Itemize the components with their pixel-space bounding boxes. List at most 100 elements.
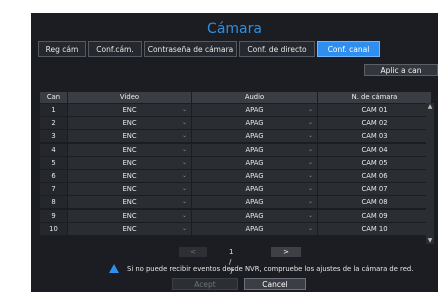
cell-camera-name-text: CAM 03 [361,132,388,141]
chevron-down-icon[interactable]: ⌄ [308,104,313,116]
tab-channel-settings[interactable]: Conf. canal [317,41,380,57]
chevron-down-icon[interactable]: ⌄ [308,170,313,182]
cell-audio-select-text: APAG [245,198,264,207]
cell-camera-name[interactable]: CAM 06 [318,170,431,182]
cell-audio-select-text: APAG [245,158,264,167]
cell-camera-name[interactable]: CAM 01 [318,104,431,116]
table-scrollbar[interactable]: ▲ ▼ [426,103,434,244]
table-row[interactable]: 1 ENC ⌄ APAG ⌄ CAM 01 [40,104,431,116]
cell-camera-name-text: CAM 02 [361,119,388,128]
cancel-button[interactable]: Cancel [244,278,306,290]
chevron-down-icon[interactable]: ⌄ [182,157,187,169]
tab-conf-cam[interactable]: Conf.cám. [88,41,142,57]
cell-video-select[interactable]: ENC ⌄ [68,130,191,143]
cell-audio-select[interactable]: APAG ⌄ [192,117,317,130]
scroll-down-icon[interactable]: ▼ [426,237,434,244]
cell-video-select-text: ENC [122,185,137,194]
chevron-down-icon[interactable]: ⌄ [182,144,187,156]
cell-camera-name[interactable]: CAM 10 [318,222,431,235]
table-row[interactable]: 7 ENC ⌄ APAG ⌄ CAM 07 [40,183,431,196]
cell-audio-select[interactable]: APAG ⌄ [192,130,317,143]
chevron-down-icon[interactable]: ⌄ [308,196,313,208]
apply-to-channel-button[interactable]: Aplic a can [364,64,438,76]
cell-audio-select-text: APAG [245,172,264,180]
cell-can-text: 1 [51,106,56,114]
chevron-down-icon[interactable]: ⌄ [182,183,187,195]
cell-audio-select-text: APAG [245,185,264,194]
chevron-down-icon[interactable]: ⌄ [308,223,313,235]
cell-can: 8 [40,196,67,209]
tab-live-settings[interactable]: Conf. de directo [239,41,315,57]
cell-can: 4 [40,143,67,156]
cell-camera-name-text: CAM 09 [361,211,388,220]
next-page-button[interactable]: > [271,247,301,257]
cell-camera-name[interactable]: CAM 08 [318,196,431,209]
table-row[interactable]: 4 ENC ⌄ APAG ⌄ CAM 04 [40,143,431,156]
cell-video-select-text: ENC [122,132,137,141]
cell-video-select[interactable]: ENC ⌄ [68,104,191,116]
cell-camera-name-text: CAM 08 [361,198,388,207]
cell-audio-select[interactable]: APAG ⌄ [192,104,317,116]
cell-audio-select-text: APAG [245,211,264,220]
cell-video-select[interactable]: ENC ⌄ [68,183,191,196]
prev-page-button[interactable]: < [179,247,207,257]
cell-audio-select[interactable]: APAG ⌄ [192,209,317,222]
cell-camera-name[interactable]: CAM 04 [318,143,431,156]
table-row[interactable]: 5 ENC ⌄ APAG ⌄ CAM 05 [40,156,431,169]
table-row[interactable]: 3 ENC ⌄ APAG ⌄ CAM 03 [40,130,431,143]
cell-camera-name[interactable]: CAM 05 [318,156,431,169]
cell-camera-name[interactable]: CAM 09 [318,209,431,222]
chevron-down-icon[interactable]: ⌄ [182,210,187,222]
table-row[interactable]: 9 ENC ⌄ APAG ⌄ CAM 09 [40,209,431,222]
cell-audio-select[interactable]: APAG ⌄ [192,156,317,169]
table-row[interactable]: 8 ENC ⌄ APAG ⌄ CAM 08 [40,196,431,209]
cell-video-select[interactable]: ENC ⌄ [68,196,191,209]
cell-can: 3 [40,130,67,143]
chevron-down-icon[interactable]: ⌄ [182,104,187,116]
cell-can-text: 2 [51,119,56,128]
chevron-down-icon[interactable]: ⌄ [182,130,187,142]
tab-camera-password[interactable]: Contraseña de cámara [144,41,237,57]
cell-video-select-text: ENC [122,224,137,233]
header-camera-name: N. de cámara [318,92,431,103]
chevron-down-icon[interactable]: ⌄ [308,183,313,195]
chevron-down-icon[interactable]: ⌄ [182,170,187,182]
cell-audio-select[interactable]: APAG ⌄ [192,183,317,196]
cell-audio-select[interactable]: APAG ⌄ [192,143,317,156]
cell-video-select[interactable]: ENC ⌄ [68,117,191,130]
cell-can-text: 10 [49,224,58,233]
cell-can-text: 3 [51,132,56,141]
page-indicator: 1 / 7 [229,248,234,276]
cell-video-select[interactable]: ENC ⌄ [68,209,191,222]
table-row[interactable]: 6 ENC ⌄ APAG ⌄ CAM 06 [40,170,431,182]
tab-reg-cam[interactable]: Reg cám [38,41,86,57]
chevron-down-icon[interactable]: ⌄ [308,144,313,156]
cell-video-select[interactable]: ENC ⌄ [68,143,191,156]
chevron-down-icon[interactable]: ⌄ [182,196,187,208]
scroll-up-icon[interactable]: ▲ [426,103,434,110]
chevron-down-icon[interactable]: ⌄ [182,117,187,129]
cell-video-select[interactable]: ENC ⌄ [68,170,191,182]
accept-button[interactable]: Acept [172,278,238,290]
cell-video-select[interactable]: ENC ⌄ [68,222,191,235]
cell-video-select[interactable]: ENC ⌄ [68,156,191,169]
cell-video-select-text: ENC [122,158,137,167]
cell-can-text: 6 [51,172,56,180]
table-row[interactable]: 2 ENC ⌄ APAG ⌄ CAM 02 [40,117,431,130]
chevron-down-icon[interactable]: ⌄ [308,117,313,129]
cell-audio-select[interactable]: APAG ⌄ [192,170,317,182]
chevron-down-icon[interactable]: ⌄ [182,223,187,235]
chevron-down-icon[interactable]: ⌄ [308,130,313,142]
chevron-down-icon[interactable]: ⌄ [308,210,313,222]
cell-video-select-text: ENC [122,211,137,220]
table-row[interactable]: 10 ENC ⌄ APAG ⌄ CAM 10 [40,222,431,235]
header-can: Can [40,92,67,103]
cell-camera-name[interactable]: CAM 02 [318,117,431,130]
cell-video-select-text: ENC [122,172,137,180]
cell-audio-select[interactable]: APAG ⌄ [192,196,317,209]
cell-camera-name[interactable]: CAM 07 [318,183,431,196]
cell-audio-select[interactable]: APAG ⌄ [192,222,317,235]
notice-text: Si no puede recibir eventos desde NVR, c… [127,264,414,273]
cell-camera-name[interactable]: CAM 03 [318,130,431,143]
chevron-down-icon[interactable]: ⌄ [308,157,313,169]
